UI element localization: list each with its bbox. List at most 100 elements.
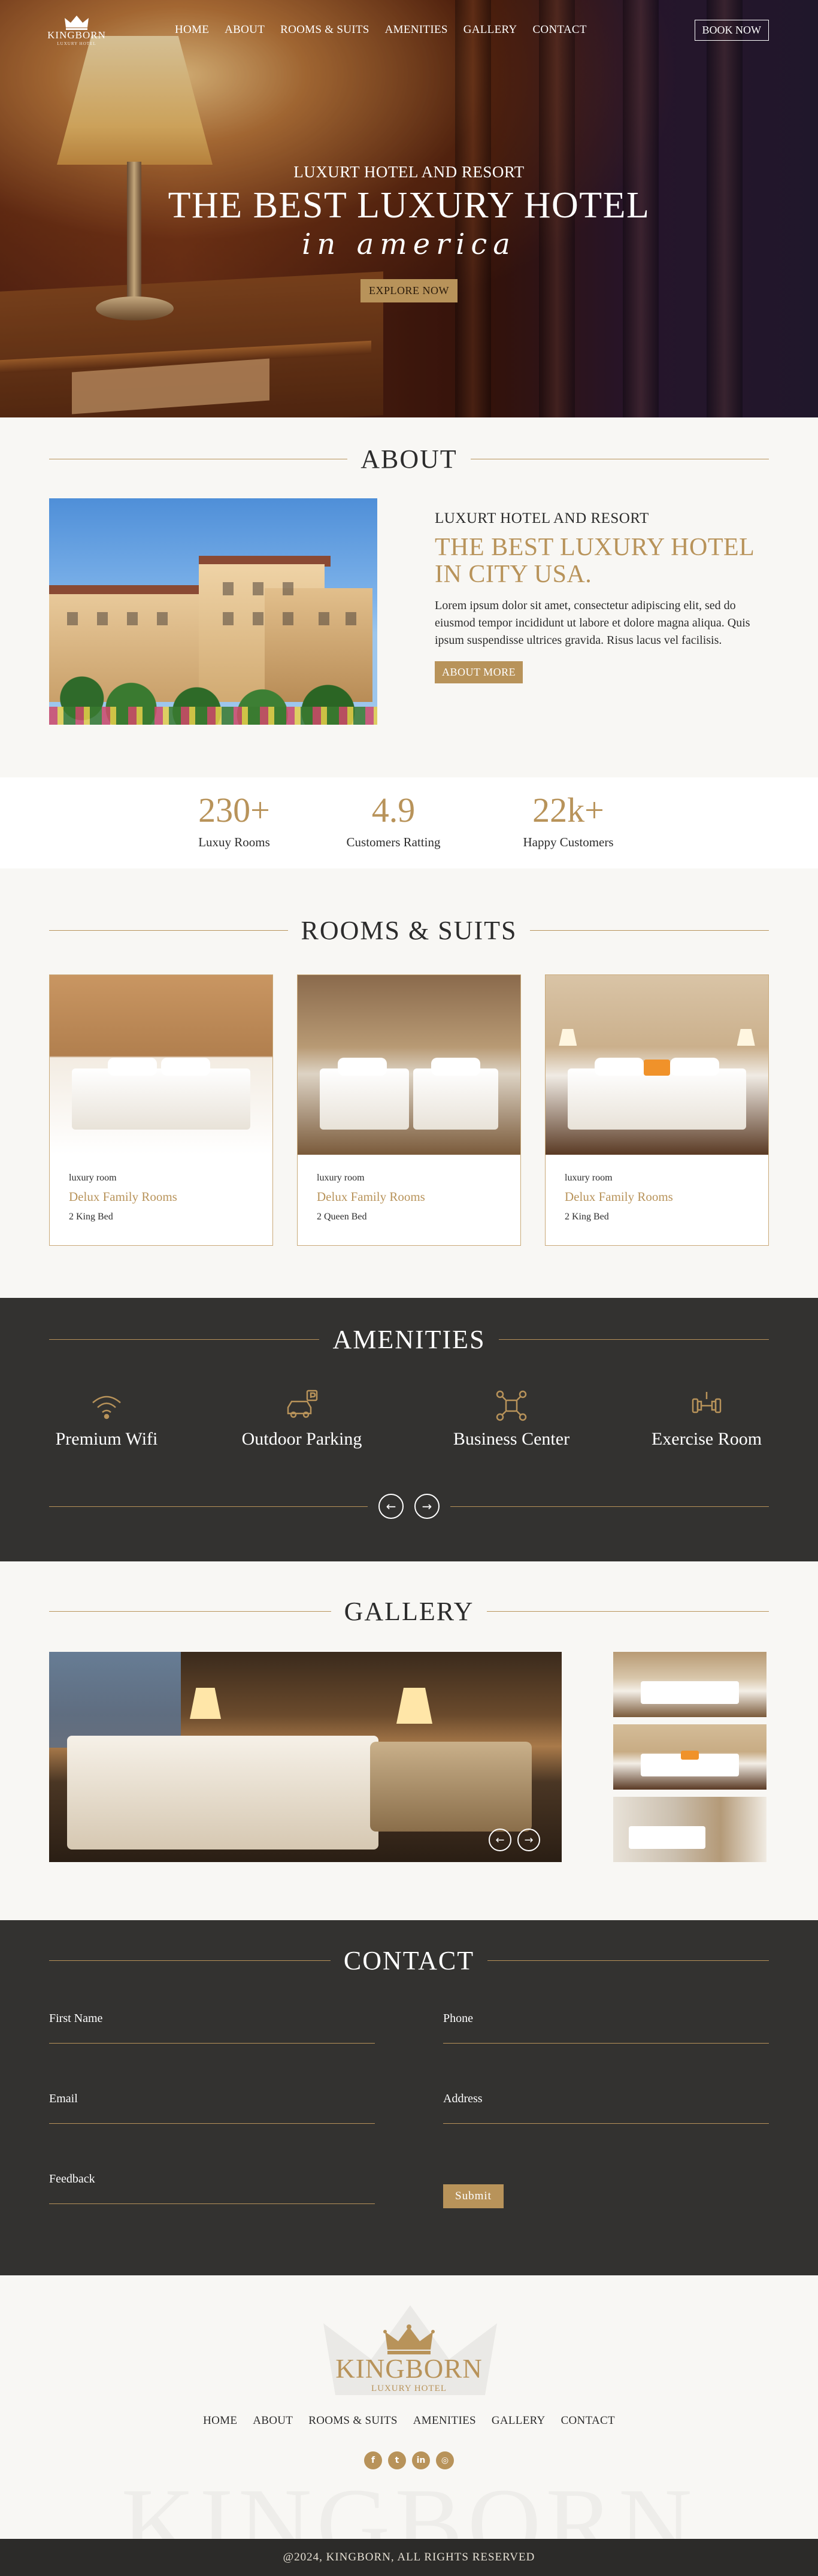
footer-logo[interactable]: KINGBORN LUXURY HOTEL bbox=[0, 2323, 818, 2394]
contact-heading-row: CONTACT bbox=[0, 1945, 818, 1976]
twitter-icon[interactable]: t bbox=[388, 2451, 406, 2469]
parking-icon bbox=[287, 1390, 318, 1418]
divider bbox=[450, 1506, 769, 1507]
hotel-window bbox=[253, 612, 263, 625]
hotel-window bbox=[127, 612, 138, 625]
hotel-window bbox=[283, 612, 293, 625]
footer-nav-home[interactable]: HOME bbox=[203, 2414, 237, 2427]
field-label: Phone bbox=[443, 2012, 473, 2025]
room-card[interactable]: luxury room Delux Family Rooms 2 King Be… bbox=[545, 974, 769, 1246]
logo-name: KINGBORN bbox=[47, 29, 106, 41]
footer-nav-about[interactable]: ABOUT bbox=[253, 2414, 293, 2427]
stat-label: Luxuy Rooms bbox=[198, 835, 270, 849]
room-card[interactable]: luxury room Delux Family Rooms 2 King Be… bbox=[49, 974, 273, 1246]
room-name[interactable]: Delux Family Rooms bbox=[317, 1189, 501, 1204]
gallery-nav: ← → bbox=[489, 1829, 540, 1851]
email-field: Email bbox=[49, 2092, 375, 2172]
footer-nav-contact[interactable]: CONTACT bbox=[561, 2414, 615, 2427]
gallery-heading: GALLERY bbox=[344, 1597, 474, 1626]
social-links: f t in ◎ bbox=[0, 2451, 818, 2469]
facebook-icon[interactable]: f bbox=[364, 2451, 382, 2469]
address-input[interactable] bbox=[443, 2112, 769, 2124]
arrow-right-icon: → bbox=[524, 1833, 534, 1847]
nav-home[interactable]: HOME bbox=[175, 23, 209, 37]
linkedin-icon[interactable]: in bbox=[412, 2451, 430, 2469]
copyright: @2024, KINGBORN, ALL RIGHTS RESERVED bbox=[0, 2539, 818, 2576]
gallery-thumbnails bbox=[613, 1652, 767, 1862]
submit-field: Submit bbox=[443, 2172, 769, 2253]
amenity-label: Exercise Room bbox=[651, 1429, 762, 1449]
instagram-icon[interactable]: ◎ bbox=[436, 2451, 454, 2469]
field-label: Address bbox=[443, 2092, 483, 2105]
room-card[interactable]: luxury room Delux Family Rooms 2 Queen B… bbox=[297, 974, 521, 1246]
phone-input[interactable] bbox=[443, 2032, 769, 2044]
amenities-grid: Premium Wifi Outdoor Parking Business Ce… bbox=[0, 1387, 818, 1449]
stat-value: 4.9 bbox=[371, 791, 416, 830]
feedback-field: Feedback bbox=[49, 2172, 375, 2253]
room-info: luxury room Delux Family Rooms 2 Queen B… bbox=[298, 1155, 520, 1222]
prev-arrow-button[interactable]: ← bbox=[378, 1494, 404, 1519]
room-type: luxury room bbox=[317, 1173, 365, 1183]
footer-nav-gallery[interactable]: GALLERY bbox=[492, 2414, 546, 2427]
book-now-button[interactable]: BOOK NOW bbox=[694, 19, 769, 41]
room-grid: luxury room Delux Family Rooms 2 King Be… bbox=[0, 974, 818, 1246]
crown-icon bbox=[383, 2324, 435, 2354]
business-icon bbox=[496, 1390, 527, 1421]
amenity-wifi: Premium Wifi bbox=[49, 1387, 164, 1449]
gallery-thumbnail[interactable] bbox=[613, 1797, 767, 1862]
nav-gallery[interactable]: GALLERY bbox=[463, 23, 517, 37]
bed-shape bbox=[320, 1068, 409, 1130]
amenity-parking: Outdoor Parking bbox=[235, 1387, 369, 1449]
email-input[interactable] bbox=[49, 2112, 375, 2124]
logo[interactable]: KINGBORN LUXURY HOTEL bbox=[47, 14, 106, 46]
first-name-input[interactable] bbox=[49, 2032, 375, 2044]
room-name[interactable]: Delux Family Rooms bbox=[69, 1189, 253, 1204]
about-more-button[interactable]: ABOUT MORE bbox=[435, 661, 523, 683]
divider bbox=[49, 930, 288, 931]
amenity-label: Outdoor Parking bbox=[241, 1429, 362, 1449]
bed-shape bbox=[568, 1068, 746, 1130]
field-label: First Name bbox=[49, 2012, 103, 2025]
about-heading-row: ABOUT bbox=[0, 444, 818, 474]
divider bbox=[487, 1960, 769, 1961]
dumbbell-icon bbox=[692, 1392, 722, 1413]
gallery-body: ← → bbox=[0, 1652, 818, 1862]
pillow-shape bbox=[107, 1058, 157, 1076]
amenities-controls: ← → bbox=[0, 1494, 818, 1519]
gallery-main-image[interactable]: ← → bbox=[49, 1652, 562, 1862]
nav-contact[interactable]: CONTACT bbox=[532, 23, 586, 37]
bed-shape bbox=[72, 1068, 250, 1130]
contact-form: First Name Phone Email Address Feedback … bbox=[0, 2012, 818, 2253]
amenity-business: Business Center bbox=[448, 1387, 575, 1449]
footer-nav-amenities[interactable]: AMENITIES bbox=[413, 2414, 476, 2427]
flowers bbox=[49, 707, 377, 725]
footer-nav-rooms[interactable]: ROOMS & SUITS bbox=[308, 2414, 398, 2427]
gallery-next-button[interactable]: → bbox=[517, 1829, 540, 1851]
room-bed: 2 King Bed bbox=[565, 1212, 609, 1222]
stats-section: 230+ Luxuy Rooms 4.9 Customers Ratting 2… bbox=[0, 777, 818, 868]
footer-logo-sub: LUXURY HOTEL bbox=[371, 2384, 447, 2393]
lamp-shape bbox=[396, 1688, 432, 1724]
gallery-prev-button[interactable]: ← bbox=[489, 1829, 511, 1851]
bed-shape bbox=[67, 1736, 378, 1849]
about-kicker: LUXURT HOTEL AND RESORT bbox=[435, 510, 649, 526]
gallery-thumbnail[interactable] bbox=[613, 1652, 767, 1717]
feedback-input[interactable] bbox=[49, 2192, 375, 2204]
bed-shape bbox=[641, 1681, 739, 1705]
rooms-heading-row: ROOMS & SUITS bbox=[0, 915, 818, 946]
room-image bbox=[546, 975, 768, 1155]
explore-now-button[interactable]: EXPLORE NOW bbox=[360, 279, 458, 303]
stat-label: Happy Customers bbox=[523, 835, 614, 849]
divider bbox=[49, 1960, 331, 1961]
divider bbox=[49, 1506, 368, 1507]
phone-field: Phone bbox=[443, 2012, 769, 2092]
room-name[interactable]: Delux Family Rooms bbox=[565, 1189, 749, 1204]
nav-rooms[interactable]: ROOMS & SUITS bbox=[280, 23, 369, 37]
nav-amenities[interactable]: AMENITIES bbox=[385, 23, 448, 37]
next-arrow-button[interactable]: → bbox=[414, 1494, 440, 1519]
pillow-shape bbox=[431, 1058, 481, 1076]
nav-about[interactable]: ABOUT bbox=[225, 23, 265, 37]
window-shape bbox=[49, 1652, 181, 1748]
submit-button[interactable]: Submit bbox=[443, 2184, 504, 2208]
gallery-thumbnail[interactable] bbox=[613, 1724, 767, 1790]
